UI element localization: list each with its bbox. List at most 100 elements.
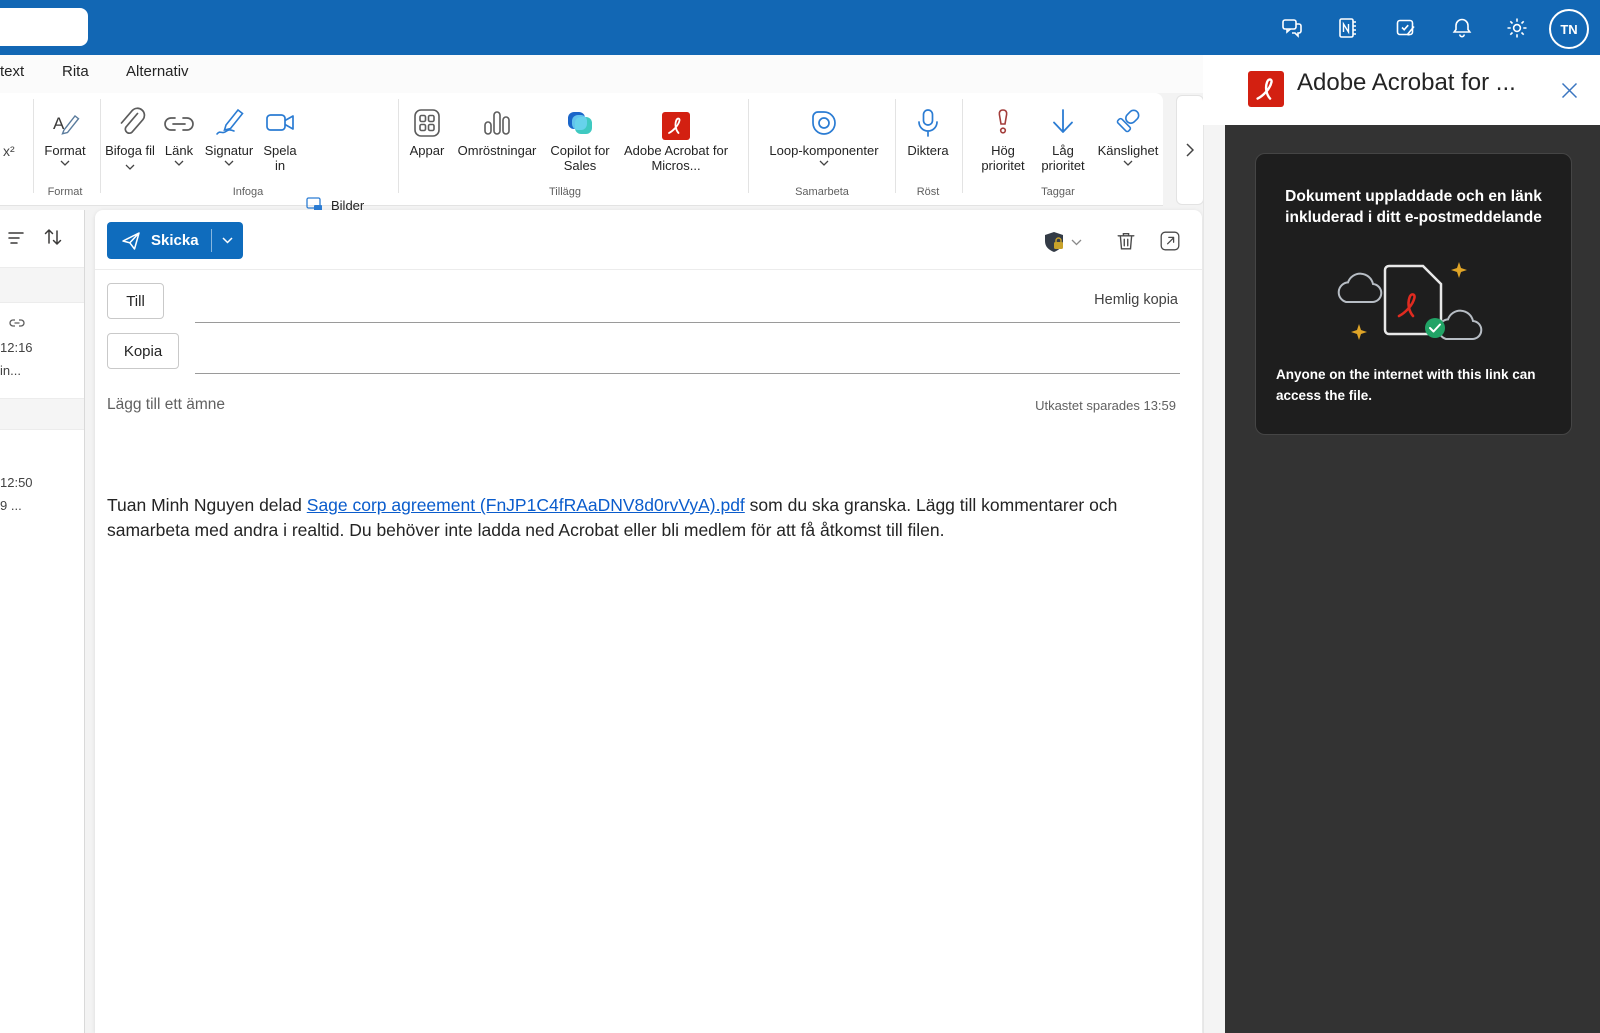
search-box-remnant[interactable] bbox=[0, 8, 88, 46]
top-app-bar: TN bbox=[0, 0, 1600, 55]
ribbon-button-format[interactable]: A Format bbox=[36, 101, 94, 166]
subject-input[interactable]: Lägg till ett ämne bbox=[107, 396, 225, 414]
group-separator bbox=[962, 99, 963, 193]
high-priority-icon bbox=[975, 101, 1031, 143]
ribbon-button-signatur[interactable]: Signatur bbox=[200, 101, 258, 166]
upload-illustration bbox=[1311, 254, 1516, 349]
close-icon[interactable] bbox=[1561, 82, 1578, 99]
onenote-icon[interactable] bbox=[1336, 16, 1360, 40]
format-pen-icon: A bbox=[36, 101, 94, 143]
panel-gutter bbox=[1203, 125, 1226, 1033]
list-item-preview[interactable]: in... bbox=[0, 363, 21, 378]
cc-field-underline bbox=[195, 373, 1180, 374]
message-body[interactable]: Tuan Minh Nguyen delad Sage corp agreeme… bbox=[107, 493, 1167, 542]
bcc-toggle[interactable]: Hemlig kopia bbox=[1094, 292, 1178, 308]
to-field-underline bbox=[195, 322, 1180, 323]
group-label-samarbeta: Samarbeta bbox=[795, 186, 849, 198]
ribbon-button-copilot-sales[interactable]: Copilot for Sales bbox=[542, 101, 618, 173]
message-list-rail: 12:16 in... 12:50 9 ... bbox=[0, 210, 85, 1033]
cc-input[interactable] bbox=[195, 340, 1180, 370]
acrobat-panel-title: Adobe Acrobat for ... bbox=[1297, 69, 1516, 96]
acrobat-panel-body: Dokument uppladdade och en länk inkluder… bbox=[1225, 125, 1600, 1033]
chevron-down-icon bbox=[1071, 239, 1082, 245]
acrobat-logo-icon bbox=[1248, 71, 1284, 107]
list-item-time[interactable]: 12:16 bbox=[0, 340, 33, 355]
paperclip-icon bbox=[104, 101, 156, 143]
send-options-chevron[interactable] bbox=[212, 237, 243, 244]
tab-formatera-text[interactable]: text bbox=[0, 63, 24, 80]
apps-grid-icon bbox=[402, 101, 452, 143]
open-in-new-window-icon[interactable] bbox=[1158, 229, 1182, 253]
group-label-infoga: Infoga bbox=[232, 186, 264, 198]
sparkle-icon bbox=[1451, 262, 1467, 278]
shared-file-link[interactable]: Sage corp agreement (FnJP1C4fRAaDNV8d0rv… bbox=[307, 495, 745, 515]
video-camera-icon bbox=[258, 101, 302, 143]
app-window: TN text Rita Alternativ x² A Format Bifo… bbox=[0, 0, 1600, 1033]
tab-alternativ[interactable]: Alternativ bbox=[126, 63, 189, 80]
group-separator bbox=[100, 99, 101, 193]
upload-status-card: Dokument uppladdade och en länk inkluder… bbox=[1255, 153, 1572, 435]
group-label-format: Format bbox=[47, 186, 83, 198]
to-input[interactable] bbox=[195, 290, 1180, 320]
ribbon-button-loop[interactable]: Loop-komponenter bbox=[768, 101, 880, 166]
send-plane-icon bbox=[107, 231, 151, 251]
toolbar-divider bbox=[95, 269, 1202, 270]
loop-icon bbox=[768, 101, 880, 143]
ribbon: x² A Format Bifoga fil Länk Signatur Spe… bbox=[0, 93, 1163, 266]
sensitivity-stamp-icon bbox=[1096, 101, 1160, 143]
list-section-band bbox=[0, 398, 84, 430]
low-priority-arrow-icon bbox=[1035, 101, 1091, 143]
send-button[interactable]: Skicka bbox=[107, 222, 243, 259]
settings-gear-icon[interactable] bbox=[1505, 16, 1529, 40]
ribbon-button-lank[interactable]: Länk bbox=[158, 101, 200, 166]
sort-icon[interactable] bbox=[42, 226, 64, 248]
acrobat-red-icon bbox=[618, 101, 734, 143]
superscript-button[interactable]: x² bbox=[3, 143, 15, 159]
avatar-initials: TN bbox=[1560, 21, 1578, 37]
ribbon-tab-row: text Rita Alternativ bbox=[0, 55, 1203, 93]
todo-icon[interactable] bbox=[1394, 16, 1418, 40]
ribbon-button-adobe-acrobat[interactable]: Adobe Acrobat for Micros... bbox=[618, 101, 734, 173]
group-label-taggar: Taggar bbox=[1041, 186, 1075, 198]
list-section-band bbox=[0, 267, 84, 303]
cloud-icon bbox=[1437, 309, 1483, 341]
shield-lock-icon bbox=[1045, 232, 1063, 252]
cc-button[interactable]: Kopia bbox=[107, 333, 179, 369]
acrobat-glyph-icon bbox=[1397, 293, 1416, 318]
to-button[interactable]: Till bbox=[107, 283, 164, 319]
notifications-bell-icon[interactable] bbox=[1450, 16, 1474, 40]
ribbon-button-bifoga-fil[interactable]: Bifoga fil bbox=[104, 101, 156, 173]
list-item-preview[interactable]: 9 ... bbox=[0, 498, 22, 513]
link-icon bbox=[158, 101, 200, 143]
group-separator bbox=[33, 99, 34, 193]
ribbon-button-diktera[interactable]: Diktera bbox=[900, 101, 956, 158]
draft-saved-status: Utkastet sparades 13:59 bbox=[1035, 398, 1176, 413]
body-text-before: Tuan Minh Nguyen delad bbox=[107, 495, 307, 515]
ribbon-button-spela-in[interactable]: Spela in bbox=[258, 101, 302, 173]
chevron-down-icon bbox=[200, 160, 258, 166]
discard-trash-icon[interactable] bbox=[1113, 228, 1139, 254]
chat-icon[interactable] bbox=[1280, 16, 1304, 40]
encrypt-control[interactable] bbox=[1043, 230, 1082, 254]
ribbon-button-omrostningar[interactable]: Omröstningar bbox=[452, 101, 542, 158]
compose-panel: Skicka Till Hemlig kopia Kopia Lägg till… bbox=[95, 210, 1202, 1033]
ribbon-button-kanslighet[interactable]: Känslighet bbox=[1096, 101, 1160, 166]
ribbon-button-hog-prioritet[interactable]: Hög prioritet bbox=[975, 101, 1031, 173]
group-separator bbox=[895, 99, 896, 193]
chevron-down-icon bbox=[1096, 160, 1160, 166]
list-item-time[interactable]: 12:50 bbox=[0, 475, 33, 490]
group-label-tillagg: Tillägg bbox=[549, 186, 581, 198]
account-avatar[interactable]: TN bbox=[1549, 9, 1589, 49]
cloud-icon bbox=[1337, 272, 1383, 304]
chevron-down-icon bbox=[768, 160, 880, 166]
tab-rita[interactable]: Rita bbox=[62, 63, 89, 80]
chevron-down-icon bbox=[125, 164, 135, 170]
filter-icon[interactable] bbox=[8, 230, 26, 246]
ribbon-button-lag-prioritet[interactable]: Låg prioritet bbox=[1035, 101, 1091, 173]
success-check-icon bbox=[1425, 318, 1445, 338]
chevron-down-icon bbox=[36, 160, 94, 166]
ribbon-overflow-button[interactable] bbox=[1176, 95, 1204, 205]
ribbon-button-appar[interactable]: Appar bbox=[402, 101, 452, 158]
group-separator bbox=[748, 99, 749, 193]
copilot-icon bbox=[542, 101, 618, 143]
